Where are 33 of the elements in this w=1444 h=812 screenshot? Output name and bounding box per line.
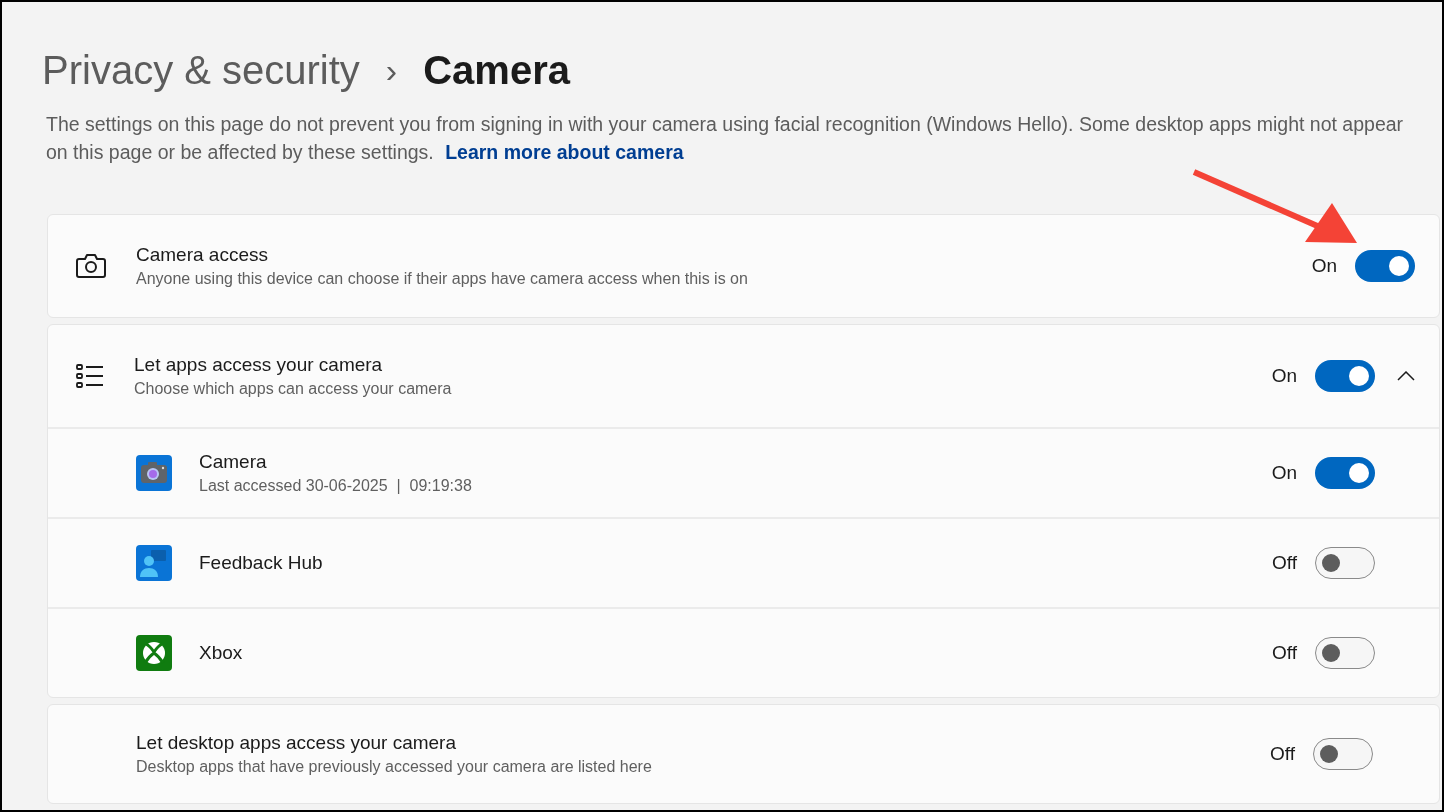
- breadcrumb-parent[interactable]: Privacy & security: [42, 44, 360, 96]
- toggle-state-label: On: [1271, 460, 1297, 485]
- app-name: Feedback Hub: [199, 551, 324, 575]
- setting-title: Let desktop apps access your camera: [136, 731, 457, 755]
- toggle-switch[interactable]: [1315, 547, 1375, 579]
- setting-title: Camera access: [136, 243, 269, 267]
- last-accessed-text: Last accessed 30-06-2025 | 09:19:38: [199, 476, 473, 496]
- camera-app-icon: [136, 455, 172, 491]
- list-icon: [76, 363, 104, 389]
- toggle-state-label: Off: [1272, 550, 1297, 575]
- toggle-state-label: Off: [1270, 741, 1295, 766]
- page-description: The settings on this page do not prevent you from signing in with your camera using facial recognition (Windows Hello). Some desktop apps might not appear on this page or be affected by these settings. Learn more about camera: [45, 112, 1405, 165]
- app-name: Camera: [199, 450, 268, 474]
- learn-more-link[interactable]: Learn more about camera: [445, 141, 684, 163]
- camera-icon: [76, 253, 106, 279]
- toggle-switch[interactable]: [1315, 457, 1375, 489]
- breadcrumb-separator: ›: [385, 50, 398, 91]
- x-sphere-app-icon: [136, 635, 172, 671]
- toggle-switch[interactable]: [1315, 637, 1375, 669]
- chevron-up-icon[interactable]: [1397, 371, 1415, 381]
- toggle-state-label: On: [1311, 253, 1337, 278]
- toggle-switch[interactable]: [1355, 250, 1415, 282]
- setting-description: Anyone using this device can choose if their apps have camera access when this is on: [136, 269, 749, 289]
- toggle-switch[interactable]: [1315, 360, 1375, 392]
- toggle-state-label: On: [1271, 363, 1297, 388]
- toggle-state-label: Off: [1272, 640, 1297, 665]
- person-chat-app-icon: [136, 545, 172, 581]
- setting-description: Desktop apps that have previously accessed your camera are listed here: [136, 757, 653, 777]
- app-name: Xbox: [199, 641, 244, 665]
- setting-title: Let apps access your camera: [134, 353, 384, 377]
- page-title: Camera: [423, 47, 570, 94]
- toggle-switch[interactable]: [1313, 738, 1373, 770]
- setting-description: Choose which apps can access your camera: [134, 379, 453, 399]
